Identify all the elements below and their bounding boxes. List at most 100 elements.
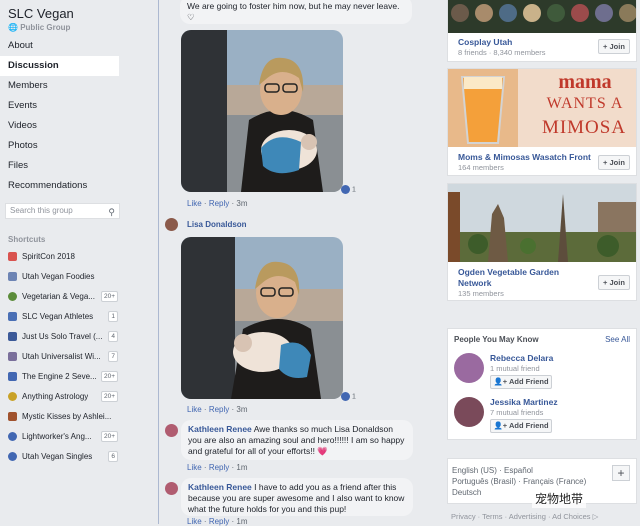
shortcut-item[interactable]: Utah Vegan Foodies (0, 266, 124, 286)
comment-photo[interactable] (181, 30, 343, 192)
mutual-friends[interactable]: 1 mutual friend (490, 364, 540, 373)
left-sidebar: SLC Vegan 🌐 Public Group About Discussio… (0, 0, 124, 524)
see-all-link[interactable]: See All (605, 335, 630, 344)
comment-time[interactable]: 1m (236, 463, 247, 472)
join-group-button[interactable]: + Join (598, 155, 630, 170)
nav-discussion[interactable]: Discussion (0, 56, 119, 76)
avatar[interactable] (454, 397, 484, 427)
shortcut-item[interactable]: SLC Vegan Athletes 1 (0, 306, 124, 326)
add-friend-button[interactable]: 👤+ Add Friend (490, 375, 552, 389)
pymk-heading: People You May Know (454, 335, 539, 344)
avatar[interactable] (165, 424, 178, 437)
separator: · (203, 405, 207, 414)
group-icon (8, 451, 17, 461)
group-icon (8, 311, 17, 321)
shortcut-label: SpiritCon 2018 (22, 251, 75, 261)
footer-links[interactable]: Privacy · Terms · Advertising · Ad Choic… (451, 512, 598, 521)
join-group-button[interactable]: + Join (598, 275, 630, 290)
reaction-number: 1 (351, 186, 356, 194)
group-meta: 135 members (458, 289, 504, 298)
avatar[interactable] (454, 353, 484, 383)
shortcut-item[interactable]: Anything Astrology 20+ (0, 386, 124, 406)
group-cover-photo[interactable] (448, 0, 636, 33)
shortcut-item[interactable]: The Engine 2 Seve... 20+ (0, 366, 124, 386)
suggested-group-card: Cosplay Utah 8 friends · 8,340 members +… (447, 0, 637, 62)
group-privacy: 🌐 Public Group (8, 23, 70, 32)
comment-time[interactable]: 3m (236, 405, 247, 414)
reaction-number: 1 (351, 393, 356, 401)
count-badge: 6 (108, 450, 118, 462)
like-reaction-icon (341, 392, 350, 401)
mutual-friends[interactable]: 7 mutual friends (490, 408, 543, 417)
group-cover-photo[interactable] (448, 184, 636, 262)
nav-about[interactable]: About (0, 36, 124, 56)
add-language-button[interactable]: + (612, 465, 630, 481)
group-icon (8, 251, 17, 261)
group-icon (8, 331, 17, 341)
nav-files[interactable]: Files (0, 156, 124, 176)
person-name[interactable]: Rebecca Delara (490, 353, 553, 363)
suggested-group-card: mama WANTS A MIMOSA Moms & Mimosas Wasat… (447, 68, 637, 176)
woman-with-dog-photo (181, 30, 343, 192)
nav-members[interactable]: Members (0, 76, 124, 96)
shortcut-item[interactable]: Vegetarian & Vega... 20+ (0, 286, 124, 306)
avatar[interactable] (165, 218, 178, 231)
like-link[interactable]: Like (187, 199, 202, 208)
group-name-continued[interactable]: Network (458, 278, 492, 288)
separator: · (231, 405, 235, 414)
commenter-name[interactable]: Kathleen Renee (188, 482, 252, 492)
commenter-name[interactable]: Lisa Donaldson (187, 220, 247, 229)
language-links[interactable]: English (US) · Español (452, 465, 533, 476)
group-icon (8, 271, 17, 281)
comment-bubble: Kathleen Renee I have to add you as a fr… (181, 478, 413, 516)
commenter-name[interactable]: Kathleen Renee (188, 424, 252, 434)
shortcut-label: Lightworker's Ang... (22, 431, 92, 441)
group-search-input[interactable]: Search this group ⚲ (5, 203, 120, 219)
comment-time[interactable]: 3m (236, 199, 247, 208)
avatar[interactable] (165, 482, 178, 495)
count-badge: 20+ (100, 390, 118, 402)
like-link[interactable]: Like (187, 517, 202, 526)
shortcut-label: Utah Universalist Wi... (22, 351, 101, 361)
separator: · (231, 199, 235, 208)
count-badge: 1 (108, 310, 118, 322)
reply-link[interactable]: Reply (209, 199, 229, 208)
join-group-button[interactable]: + Join (598, 39, 630, 54)
language-links[interactable]: Português (Brasil) · Français (France) (452, 476, 586, 487)
people-you-may-know: People You May Know See All Rebecca Dela… (447, 328, 637, 440)
nav-events[interactable]: Events (0, 96, 124, 116)
reply-link[interactable]: Reply (209, 517, 229, 526)
shortcut-item[interactable]: Utah Vegan Singles 6 (0, 446, 124, 466)
reaction-count[interactable]: 1 (341, 185, 356, 194)
shortcut-item[interactable]: Utah Universalist Wi... 7 (0, 346, 124, 366)
count-badge: 20+ (100, 370, 118, 382)
nav-recommendations[interactable]: Recommendations (0, 176, 124, 196)
separator: · (203, 517, 207, 526)
comment-photo[interactable] (181, 237, 343, 399)
group-name[interactable]: Moms & Mimosas Wasatch Front (458, 152, 591, 162)
separator: · (231, 463, 235, 472)
like-link[interactable]: Like (187, 405, 202, 414)
shortcut-item[interactable]: SpiritCon 2018 (0, 246, 124, 266)
language-links[interactable]: Deutsch (452, 487, 481, 498)
reaction-count[interactable]: 1 (341, 392, 356, 401)
like-link[interactable]: Like (187, 463, 202, 472)
add-friend-button[interactable]: 👤+ Add Friend (490, 419, 552, 433)
search-icon[interactable]: ⚲ (108, 205, 115, 219)
group-title[interactable]: SLC Vegan (8, 6, 74, 21)
shortcut-item[interactable]: Just Us Solo Travel (... 4 (0, 326, 124, 346)
shortcut-item[interactable]: Mystic Kisses by Ashlei... (0, 406, 124, 426)
nav-photos[interactable]: Photos (0, 136, 124, 156)
reply-link[interactable]: Reply (209, 463, 229, 472)
shortcut-item[interactable]: Lightworker's Ang... 20+ (0, 426, 124, 446)
count-badge: 20+ (100, 430, 118, 442)
reply-link[interactable]: Reply (209, 405, 229, 414)
group-name[interactable]: Cosplay Utah (458, 37, 512, 47)
nav-videos[interactable]: Videos (0, 116, 124, 136)
search-placeholder: Search this group (10, 206, 73, 215)
comment-time[interactable]: 1m (236, 517, 247, 526)
group-name[interactable]: Ogden Vegetable Garden (458, 267, 559, 277)
separator: · (203, 463, 207, 472)
shortcuts-list: SpiritCon 2018 Utah Vegan Foodies Vegeta… (0, 246, 124, 466)
person-name[interactable]: Jessika Martinez (490, 397, 558, 407)
